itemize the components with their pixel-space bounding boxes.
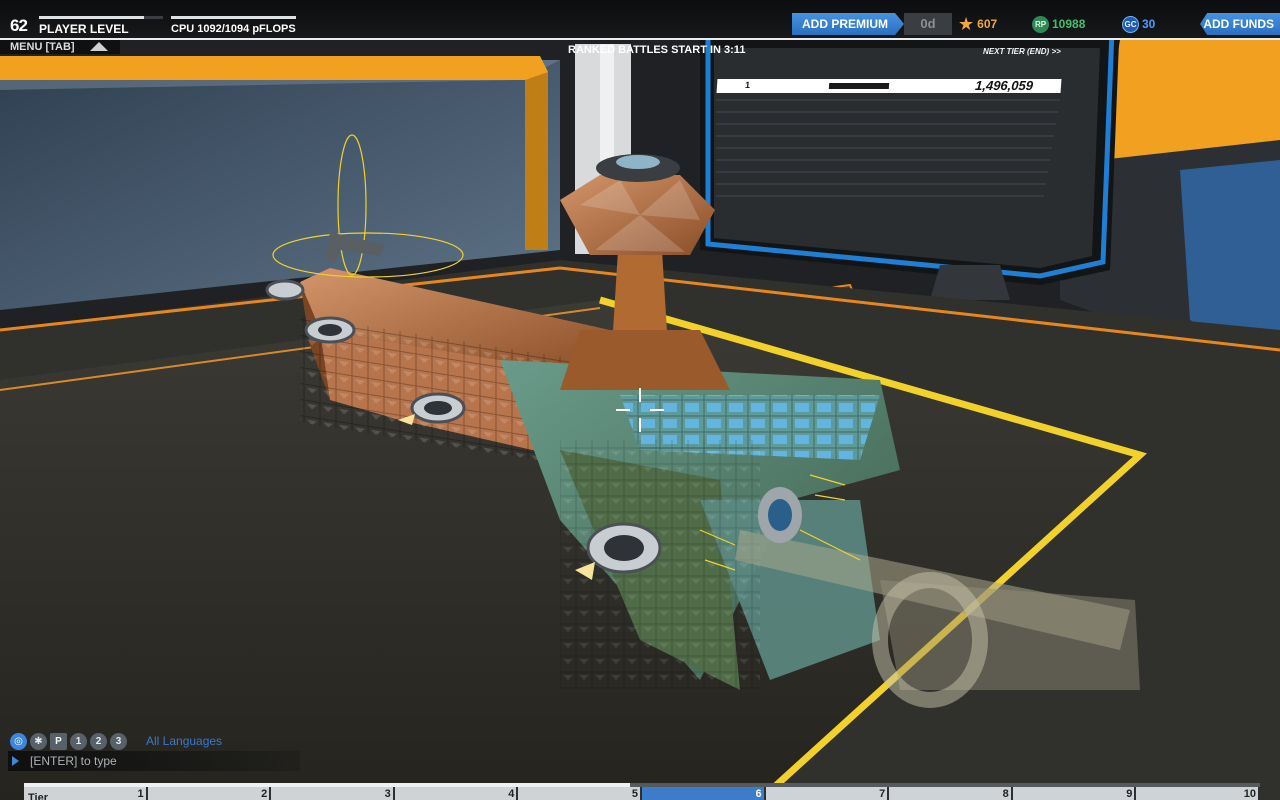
monitor-next-tier: NEXT TIER (END) >> <box>983 47 1061 56</box>
tier-cell-1: 1 <box>24 787 148 800</box>
leaderboard-score: 1,496,059 <box>974 78 1034 93</box>
globe-icon[interactable]: ◎ <box>10 732 27 750</box>
tier-cell-9: 9 <box>1013 787 1137 800</box>
leaderboard-name-redacted <box>828 83 890 89</box>
accessibility-icon[interactable]: ✱ <box>30 732 47 750</box>
player-level-number: 62 <box>10 16 28 35</box>
cpu-label: CPU 1092/1094 pFLOPS <box>171 23 296 35</box>
menu-button[interactable]: MENU [TAB] <box>10 41 75 53</box>
top-hud: 62 PLAYER LEVEL CPU 1092/1094 pFLOPS ADD… <box>0 0 1280 40</box>
party-icon[interactable]: P <box>50 732 67 750</box>
menu-arrow-icon[interactable] <box>90 42 108 51</box>
player-1-icon[interactable]: 1 <box>70 732 87 750</box>
player-level-label: PLAYER LEVEL <box>39 22 129 36</box>
tier-ticks: Tier 1 2 3 4 5 6 7 8 9 10 <box>24 787 1260 800</box>
cpu-progress <box>171 16 296 19</box>
robits-value: 10988 <box>1052 17 1086 31</box>
chat-language-filter[interactable]: All Languages <box>146 734 222 748</box>
tier-cell-3: 3 <box>271 787 395 800</box>
leaderboard-row: 1 1,496,059 <box>716 78 1062 93</box>
add-funds-button[interactable]: ADD FUNDS <box>1200 13 1280 35</box>
garage-scene <box>0 0 1280 800</box>
player-3-icon[interactable]: 3 <box>110 732 127 750</box>
tier-cell-7: 7 <box>766 787 890 800</box>
robits-icon: RP <box>1032 15 1049 33</box>
tech-points-value: 607 <box>977 17 998 31</box>
tier-progress-bar: Tier 1 2 3 4 5 6 7 8 9 10 <box>24 783 1260 800</box>
chat-arrow-icon <box>12 756 19 766</box>
chat-input[interactable]: [ENTER] to type <box>8 751 300 771</box>
tier-cell-2: 2 <box>148 787 272 800</box>
premium-days: 0d <box>904 13 952 35</box>
galaxy-coins-value: 30 <box>1142 17 1156 31</box>
robits: RP 10988 <box>1032 14 1085 34</box>
tier-cell-8: 8 <box>889 787 1013 800</box>
tier-cell-5: 5 <box>518 787 642 800</box>
player-2-icon[interactable]: 2 <box>90 732 107 750</box>
tier-cell-4: 4 <box>395 787 519 800</box>
player-level-progress <box>39 16 163 19</box>
add-premium-button[interactable]: ADD PREMIUM <box>792 13 904 35</box>
galaxy-coins: GC 30 <box>1122 14 1155 34</box>
tech-point-star-icon: ★ <box>958 14 975 34</box>
leaderboard-rank: 1 <box>744 80 751 90</box>
galaxy-coins-icon: GC <box>1122 15 1139 33</box>
tech-points: ★ 607 <box>958 14 997 34</box>
chat-placeholder: [ENTER] to type <box>30 754 117 768</box>
tier-cell-6: 6 <box>642 787 766 800</box>
ranked-countdown: RANKED BATTLES START IN 3:11 <box>568 44 746 56</box>
chat-channel-tabs: ◎ ✱ P 1 2 3 All Languages <box>10 732 222 750</box>
tier-cell-10: 10 <box>1136 787 1260 800</box>
